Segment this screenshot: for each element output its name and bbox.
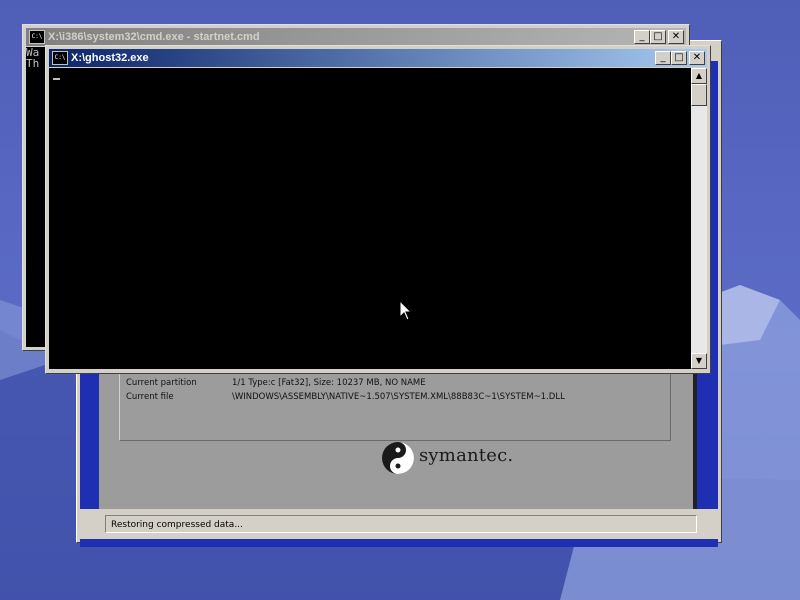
yin-yang-icon	[382, 442, 414, 474]
detail-label: Current partition	[126, 378, 197, 388]
scroll-thumb[interactable]	[691, 84, 707, 106]
cmd-window-ghost32[interactable]: C:\ X:\ghost32.exe _ □ ✕ ▲ ▼	[45, 45, 711, 374]
detail-value: 1/1 Type:c [Fat32], Size: 10237 MB, NO N…	[232, 378, 426, 388]
maximize-button[interactable]: □	[671, 51, 687, 65]
mouse-pointer-icon	[399, 300, 413, 321]
detail-label: Current file	[126, 392, 174, 402]
scroll-up-button[interactable]: ▲	[691, 68, 707, 84]
symantec-logo: symantec.	[381, 441, 521, 475]
console-icon: C:\	[29, 30, 45, 44]
titlebar[interactable]: C:\ X:\i386\system32\cmd.exe - startnet.…	[26, 28, 686, 46]
close-button[interactable]: ✕	[668, 30, 684, 44]
brand-name: symantec.	[419, 445, 514, 466]
scroll-down-button[interactable]: ▼	[691, 353, 707, 369]
titlebar[interactable]: C:\ X:\ghost32.exe _ □ ✕	[49, 49, 707, 67]
console-output[interactable]	[49, 68, 691, 369]
console-icon: C:\	[52, 51, 68, 65]
window-title: X:\i386\system32\cmd.exe - startnet.cmd	[48, 31, 260, 43]
minimize-button[interactable]: _	[655, 51, 671, 65]
text-cursor	[53, 78, 60, 80]
window-title: X:\ghost32.exe	[71, 52, 149, 64]
minimize-button[interactable]: _	[634, 30, 650, 44]
close-button[interactable]: ✕	[689, 51, 705, 65]
detail-value: \WINDOWS\ASSEMBLY\NATIVE~1.507\SYSTEM.XM…	[232, 392, 565, 402]
maximize-button[interactable]: □	[650, 30, 666, 44]
vertical-scrollbar[interactable]: ▲ ▼	[691, 68, 707, 369]
status-bar: Restoring compressed data...	[105, 515, 697, 533]
